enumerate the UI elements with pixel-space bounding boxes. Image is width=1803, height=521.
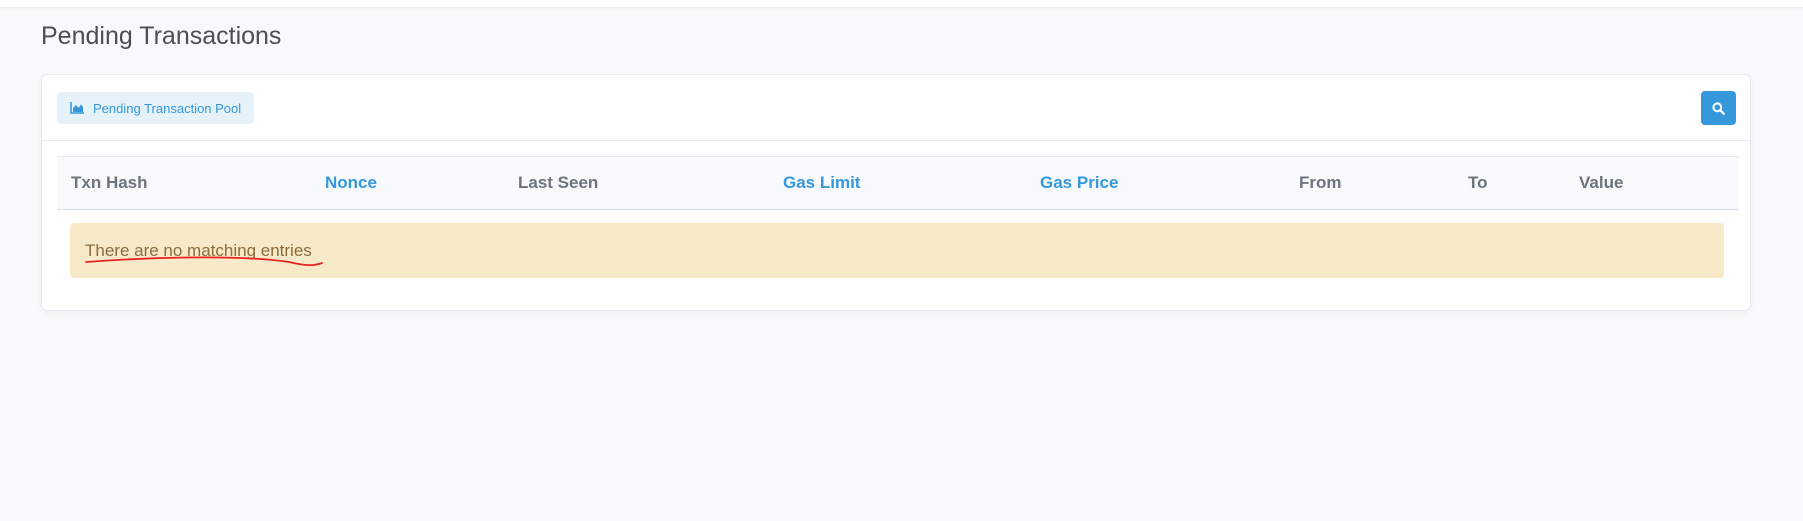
pending-pool-button[interactable]: Pending Transaction Pool bbox=[57, 92, 255, 124]
column-header-from[interactable]: From bbox=[1285, 157, 1454, 210]
table-header-row: Txn Hash Nonce Last Seen Gas Limit Gas P… bbox=[57, 156, 1739, 210]
search-button[interactable] bbox=[1701, 91, 1736, 125]
column-header-txn-hash[interactable]: Txn Hash bbox=[57, 157, 311, 210]
column-header-gas-price[interactable]: Gas Price bbox=[1026, 157, 1285, 210]
empty-results-message: There are no matching entries bbox=[85, 240, 312, 260]
column-header-last-seen[interactable]: Last Seen bbox=[504, 157, 769, 210]
pending-pool-label: Pending Transaction Pool bbox=[93, 100, 242, 116]
transactions-table: Txn Hash Nonce Last Seen Gas Limit Gas P… bbox=[57, 156, 1739, 210]
column-header-gas-limit[interactable]: Gas Limit bbox=[769, 157, 1026, 210]
search-icon bbox=[1712, 101, 1725, 115]
transactions-card: Pending Transaction Pool Txn Hash Nonce … bbox=[41, 74, 1751, 311]
area-chart-icon bbox=[70, 102, 84, 114]
page-title: Pending Transactions bbox=[41, 22, 282, 50]
column-header-nonce[interactable]: Nonce bbox=[311, 157, 504, 210]
top-navbar-edge bbox=[0, 0, 1803, 8]
column-header-to[interactable]: To bbox=[1454, 157, 1565, 210]
column-header-value[interactable]: Value bbox=[1565, 157, 1739, 210]
card-header: Pending Transaction Pool bbox=[42, 75, 1750, 141]
empty-results-alert: There are no matching entries bbox=[70, 223, 1724, 278]
